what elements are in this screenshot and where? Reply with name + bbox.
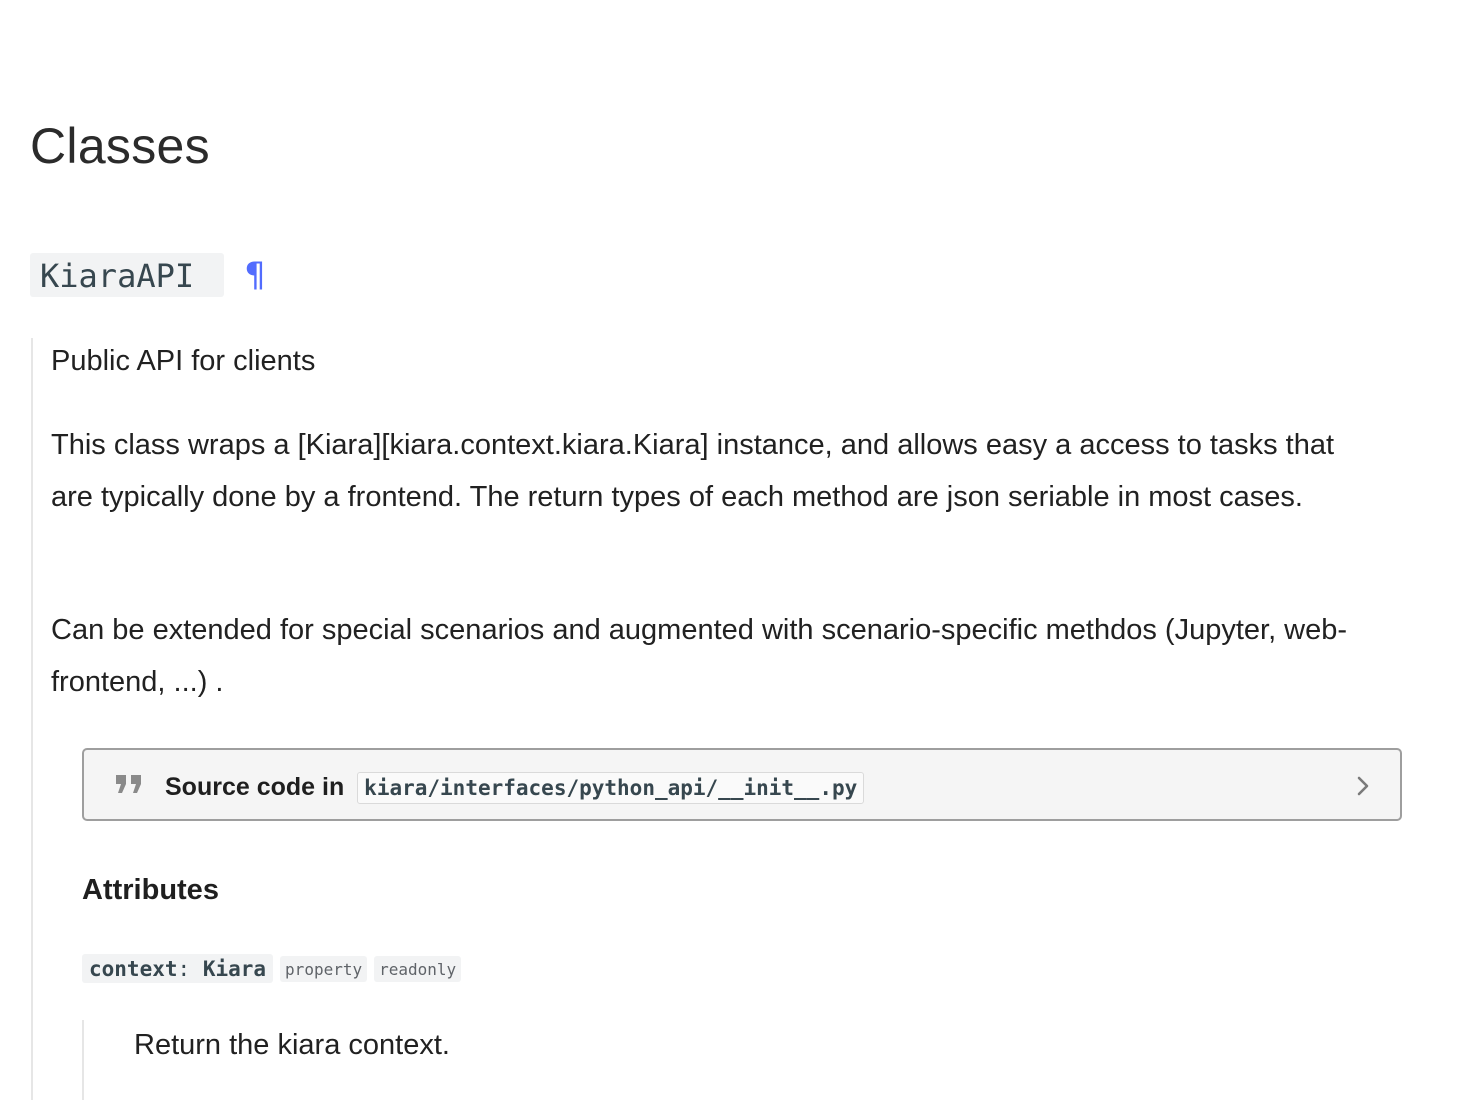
class-extension-note: Can be extended for special scenarios an… (51, 614, 1348, 698)
class-name: KiaraAPI (30, 253, 225, 297)
attribute-doc: Return the kiara context. (134, 1029, 450, 1061)
attribute-name: context (89, 957, 178, 981)
source-code-toggle[interactable]: Source code in kiara/interfaces/python_a… (82, 748, 1402, 821)
permalink-icon[interactable]: ¶ (244, 253, 266, 297)
badge-readonly: readonly (374, 955, 462, 982)
class-summary: Public API for clients (51, 345, 316, 377)
chevron-right-icon[interactable] (1356, 775, 1370, 797)
source-code-label: Source code in kiara/interfaces/python_a… (165, 770, 865, 805)
class-heading: KiaraAPI ¶ (30, 253, 266, 297)
class-description: This class wraps a [Kiara][kiara.context… (51, 429, 1335, 513)
quote-icon (116, 775, 141, 793)
section-heading-classes: Classes (30, 118, 210, 174)
documentation-page: Classes KiaraAPI ¶ Public API for client… (0, 0, 1468, 1100)
badge-property: property (280, 955, 368, 982)
attributes-heading: Attributes (82, 874, 219, 906)
source-code-label-text: Source code in (165, 773, 345, 801)
attribute-type: Kiara (202, 957, 267, 981)
attribute-signature: context: Kiara property readonly (82, 954, 462, 983)
attribute-separator: : (177, 957, 191, 981)
attribute-code: context: Kiara (82, 954, 274, 983)
source-code-path: kiara/interfaces/python_api/__init__.py (357, 772, 865, 805)
